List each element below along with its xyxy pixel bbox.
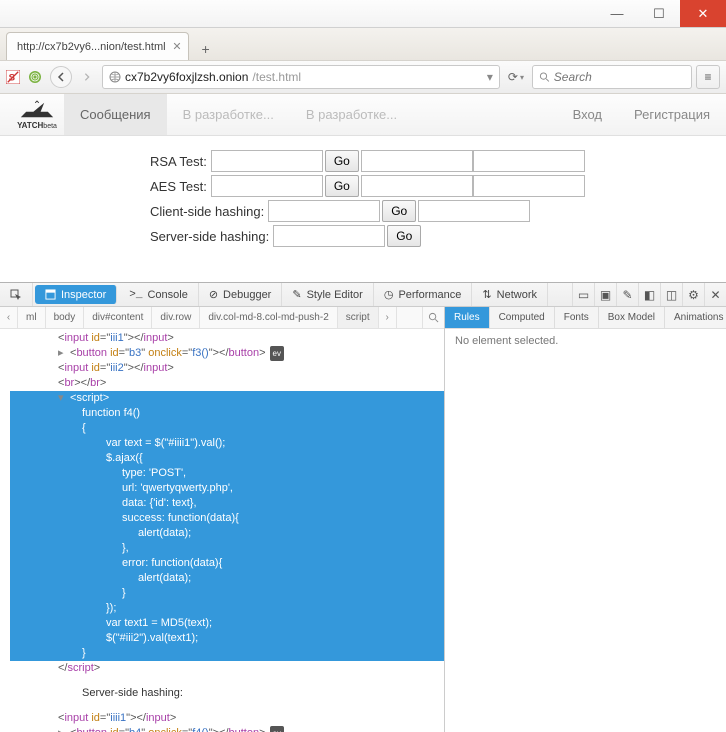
rules-pane-empty: No element selected. (445, 329, 726, 732)
site-navbar: YATCHbeta Сообщения В разработке... В ра… (0, 94, 726, 136)
crumb-content[interactable]: div#content (84, 307, 152, 328)
window-titlebar: — ☐ ✕ (0, 0, 726, 28)
server-hash-go-button[interactable]: Go (387, 225, 421, 247)
devtools-toolbar: Inspector >_Console ⊘Debugger ✎Style Edi… (0, 283, 726, 307)
nav-dev-2[interactable]: В разработке... (290, 94, 413, 135)
chevron-down-icon[interactable]: ▾ (487, 70, 493, 84)
markup-view[interactable]: <input id="iii1"></input> ▸<button id="b… (0, 329, 444, 732)
browser-tab[interactable]: http://cx7b2vy6...nion/test.html ✕ (6, 32, 189, 60)
server-hash-label: Server-side hashing: (150, 229, 269, 244)
devtools-tab-network[interactable]: ⇅Network (472, 283, 548, 306)
crumb-body[interactable]: body (46, 307, 85, 328)
search-input[interactable] (554, 70, 685, 84)
nav-messages[interactable]: Сообщения (64, 94, 167, 135)
client-hash-input[interactable] (268, 200, 380, 222)
devtools-responsive-button[interactable]: ▣ (594, 283, 616, 306)
crumb-prev-button[interactable]: ‹ (0, 307, 18, 328)
devtools-options-button[interactable]: ⚙ (682, 283, 704, 306)
devtools-dock-side-button[interactable]: ◧ (638, 283, 660, 306)
site-logo[interactable]: YATCHbeta (10, 94, 64, 135)
aes-input-3[interactable] (473, 175, 585, 197)
devtools-dock-popup-button[interactable]: ◫ (660, 283, 682, 306)
devtools-close-button[interactable]: ✕ (704, 283, 726, 306)
aes-go-button[interactable]: Go (325, 175, 359, 197)
noscript-icon[interactable]: S (6, 70, 20, 84)
client-hash-label: Client-side hashing: (150, 204, 264, 219)
devtools-tab-style-editor[interactable]: ✎Style Editor (282, 283, 373, 306)
event-badge[interactable]: ev (270, 726, 284, 732)
client-hash-go-button[interactable]: Go (382, 200, 416, 222)
browser-toolbar: S cx7b2vy6foxjlzsh.onion/test.html ▾ ⟳ ▾… (0, 60, 726, 94)
nav-login[interactable]: Вход (557, 94, 618, 135)
page-content: YATCHbeta Сообщения В разработке... В ра… (0, 94, 726, 247)
brand-name: YATCH (17, 121, 43, 130)
side-tab-fonts[interactable]: Fonts (555, 307, 599, 328)
crumb-col[interactable]: div.col-md-8.col-md-push-2 (200, 307, 337, 328)
devtools-sidebar: Rules Computed Fonts Box Model Animation… (444, 307, 726, 732)
devtools-pick-element-button[interactable] (0, 283, 33, 306)
forward-button[interactable] (76, 66, 98, 88)
devtools-panel: Inspector >_Console ⊘Debugger ✎Style Edi… (0, 282, 726, 732)
side-tab-animations[interactable]: Animations (665, 307, 726, 328)
rsa-label: RSA Test: (150, 154, 207, 169)
breadcrumb: ‹ ml body div#content div.row div.col-md… (0, 307, 444, 329)
tab-title: http://cx7b2vy6...nion/test.html (17, 41, 166, 53)
crumb-next-button[interactable]: › (379, 307, 397, 328)
rsa-input-1[interactable] (211, 150, 323, 172)
rsa-input-2[interactable] (361, 150, 473, 172)
url-path: /test.html (252, 70, 301, 84)
devtools-tab-console[interactable]: >_Console (119, 283, 199, 306)
window-close-button[interactable]: ✕ (680, 0, 726, 27)
crumb-row[interactable]: div.row (152, 307, 200, 328)
new-tab-button[interactable]: + (193, 38, 219, 60)
search-icon (539, 71, 550, 83)
devtools-scratchpad-button[interactable]: ✎ (616, 283, 638, 306)
close-icon[interactable]: ✕ (172, 40, 181, 53)
search-box[interactable] (532, 65, 692, 89)
chevron-down-icon[interactable]: ▾ (520, 73, 524, 82)
side-tab-computed[interactable]: Computed (490, 307, 555, 328)
search-icon[interactable] (422, 307, 444, 328)
back-button[interactable] (50, 66, 72, 88)
side-tab-box-model[interactable]: Box Model (599, 307, 665, 328)
nav-dev-1[interactable]: В разработке... (167, 94, 290, 135)
crumb-ml[interactable]: ml (18, 307, 46, 328)
aes-input-1[interactable] (211, 175, 323, 197)
browser-tab-strip: http://cx7b2vy6...nion/test.html ✕ + (0, 28, 726, 60)
window-minimize-button[interactable]: — (596, 0, 638, 27)
aes-label: AES Test: (150, 179, 207, 194)
devtools-tab-debugger[interactable]: ⊘Debugger (199, 283, 283, 306)
side-tab-rules[interactable]: Rules (445, 307, 490, 328)
server-hash-input[interactable] (273, 225, 385, 247)
event-badge[interactable]: ev (270, 346, 284, 361)
rsa-go-button[interactable]: Go (325, 150, 359, 172)
url-input[interactable]: cx7b2vy6foxjlzsh.onion/test.html ▾ (102, 65, 500, 89)
reload-button[interactable]: ⟳ (508, 70, 518, 84)
tor-onion-icon[interactable] (24, 66, 46, 88)
url-host: cx7b2vy6foxjlzsh.onion (125, 70, 248, 84)
globe-icon (109, 71, 121, 83)
hamburger-menu-button[interactable]: ≡ (696, 65, 720, 89)
devtools-tab-performance[interactable]: ◷Performance (374, 283, 473, 306)
rsa-input-3[interactable] (473, 150, 585, 172)
devtools-tab-inspector[interactable]: Inspector (35, 285, 117, 304)
aes-input-2[interactable] (361, 175, 473, 197)
client-hash-output[interactable] (418, 200, 530, 222)
devtools-split-console-button[interactable]: ▭ (572, 283, 594, 306)
crumb-script[interactable]: script (338, 307, 379, 328)
brand-beta: beta (43, 123, 57, 130)
window-maximize-button[interactable]: ☐ (638, 0, 680, 27)
nav-register[interactable]: Регистрация (618, 94, 726, 135)
